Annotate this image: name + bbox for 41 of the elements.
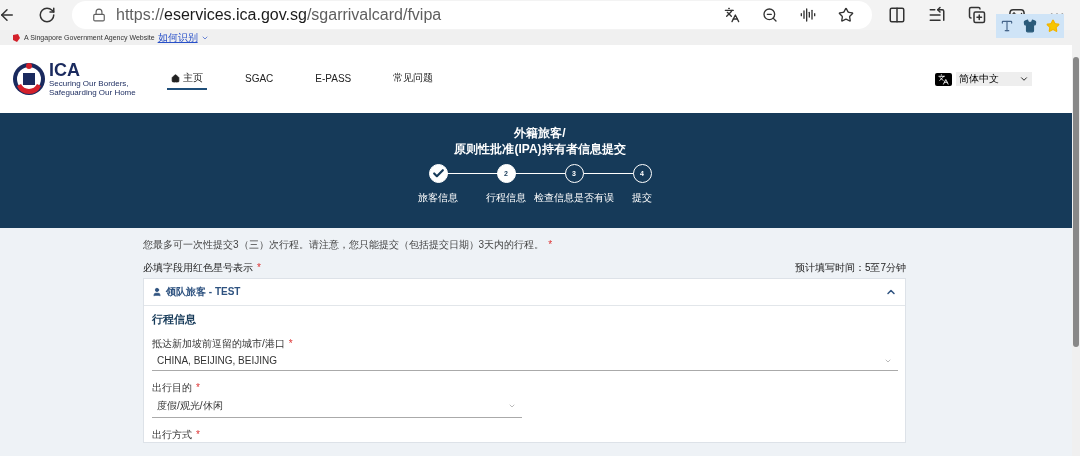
field-label: 出行目的 (152, 382, 192, 393)
caret-icon (1019, 74, 1029, 84)
step-label: 提交 (632, 191, 652, 205)
required-asterisk: * (257, 262, 261, 273)
nav-link[interactable]: 常见问题 (389, 68, 438, 90)
lock-icon (92, 8, 106, 22)
caret-icon (508, 402, 516, 410)
home-icon (171, 73, 180, 83)
field-label: 抵达新加坡前逗留的城市/港口 (152, 338, 285, 349)
step-label: 行程信息 (486, 191, 526, 205)
star-icon (1045, 19, 1060, 33)
time-hint: 预计填写时间：5至7分钟 (794, 261, 906, 275)
select-field[interactable]: 度假/观光/休闲 (152, 395, 522, 418)
url-text: https://eservices.ica.gov.sg/sgarrivalcard/fvipa (116, 6, 443, 24)
required-asterisk: * (196, 382, 200, 393)
language-select[interactable]: 简体中文 (956, 72, 1032, 86)
logo-text: ICA (49, 61, 81, 79)
nav-link[interactable]: E-PASS (311, 69, 356, 89)
required-hint: 必填字段用红色星号表示 (143, 262, 253, 273)
nav-link[interactable]: 主页 (167, 68, 207, 90)
address-bar[interactable]: https://eservices.ica.gov.sg/sgarrivalcard/fvipa (72, 1, 872, 29)
select-field[interactable]: CHINA, BEIJING, BEIJING (152, 351, 898, 371)
font-icon (1000, 19, 1015, 33)
translate-icon (935, 72, 952, 86)
step-label: 检查信息是否有误 (534, 191, 614, 205)
user-icon (152, 287, 162, 297)
field-label: 出行方式 (152, 429, 192, 440)
step-label: 旅客信息 (418, 191, 458, 205)
required-asterisk: * (548, 239, 553, 250)
required-asterisk: * (196, 429, 200, 440)
panel-title: 领队旅客 - TEST (166, 285, 241, 299)
section-title: 行程信息 (152, 312, 197, 327)
notice-text: 您最多可一次性提交3（三）次行程。请注意，您只能提交（包括提交日期）3天内的行程。 (143, 239, 545, 250)
nav-link[interactable]: SGAC (241, 69, 278, 89)
identify-link[interactable]: 如何识别 (157, 30, 198, 45)
emblem-icon (12, 62, 46, 96)
logo-tagline: Securing Our Borders, Safeguarding Our Home (49, 79, 137, 97)
page-title: 外籍旅客/ (514, 125, 566, 141)
required-asterisk: * (288, 338, 293, 349)
shirt-icon (1023, 19, 1037, 33)
page-title: 原则性批准(IPA)持有者信息提交 (454, 141, 626, 157)
